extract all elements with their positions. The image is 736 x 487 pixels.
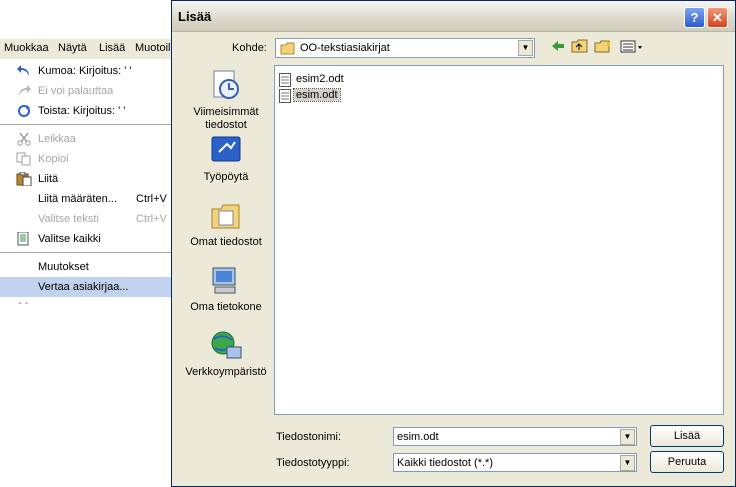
desktop-icon (209, 134, 243, 168)
menu-item-label: Vertaa asiakirjaa... (38, 281, 129, 293)
menu-muokkaa[interactable]: Muokkaa (4, 42, 49, 54)
insert-button[interactable]: Lisää (650, 425, 724, 447)
select-all-icon (16, 231, 32, 246)
place-recent[interactable]: Viimeisimmät tiedostot (180, 69, 272, 132)
chevron-down-icon[interactable]: ▼ (518, 40, 533, 56)
menu-item-label: Kopioi (38, 153, 69, 165)
menu-item-label: Liitä (38, 173, 59, 185)
menu-item-compare[interactable]: Vertaa asiakirjaa... (0, 277, 172, 297)
filename-combo[interactable]: esim.odt ▼ (393, 427, 637, 446)
menu-item-shortcut: Ctrl+V (136, 193, 167, 205)
menu-item-redo[interactable]: Ei voi palauttaa (0, 81, 172, 101)
views-menu-icon (620, 40, 642, 53)
place-label: Omat tiedostot (190, 236, 262, 248)
paste-icon (16, 171, 32, 187)
document-icon (279, 73, 291, 87)
menu-item-label: Liitä määräten... (38, 193, 117, 205)
document-icon (279, 89, 291, 103)
new-folder-icon (594, 39, 611, 53)
place-network[interactable]: Verkkoympäristö (180, 329, 272, 379)
place-label: Verkkoympäristö (185, 366, 267, 378)
menu-item-label: Leikkaa (38, 133, 76, 145)
recent-documents-icon (209, 69, 243, 103)
menu-nayta-label: Näytä (58, 42, 87, 54)
menu-item-changes[interactable]: Muutokset (0, 257, 172, 277)
menu-muotoile-label: Muotoile (135, 42, 171, 54)
close-button[interactable]: ✕ (707, 7, 728, 28)
chevron-down-icon[interactable]: ▼ (620, 429, 635, 445)
menu-item-copy[interactable]: Kopioi (0, 149, 172, 169)
menu-item-label: Kumoa: Kirjoitus: ' ' (38, 65, 132, 77)
back-button[interactable] (548, 39, 568, 57)
help-button[interactable]: ? (684, 7, 705, 28)
menu-item-repeat[interactable]: Toista: Kirjoitus: ' ' (0, 101, 172, 121)
menu-item-select-all[interactable]: Valitse kaikki (0, 229, 172, 249)
menu-lisaa-label: Lisää (99, 42, 126, 54)
cut-icon (16, 132, 32, 146)
places-bar: Viimeisimmät tiedostot Työpöytä Omat tie… (180, 65, 272, 415)
place-label: Työpöytä (203, 171, 249, 183)
repeat-icon (16, 104, 32, 118)
copy-icon (16, 152, 32, 166)
menu-item-label: Ei voi palauttaa (38, 85, 114, 97)
look-in-label: Kohde: (232, 42, 267, 54)
menu-muotoile[interactable]: Muotoile (135, 42, 171, 54)
my-computer-icon (209, 264, 243, 298)
filename-label: Tiedostonimi: (276, 431, 342, 443)
menu-item-select-text[interactable]: Valitse teksti Ctrl+V (0, 209, 172, 229)
place-label: Oma tietokone (190, 301, 262, 313)
new-folder-button[interactable] (593, 39, 613, 57)
edit-menu: Kumoa: Kirjoitus: ' ' Ei voi palauttaa T… (0, 59, 172, 309)
place-my-computer[interactable]: Oma tietokone (180, 264, 272, 314)
title-bar: Lisää ? ✕ (172, 1, 735, 32)
menu-item-shortcut: Ctrl+V (136, 213, 167, 225)
insert-dialog: Lisää ? ✕ Kohde: OO-tekstiasiakirjat ▼ V… (171, 0, 736, 487)
up-folder-icon (571, 39, 588, 53)
file-name: esim2.odt (296, 73, 344, 85)
undo-icon (16, 64, 32, 78)
redo-icon (16, 84, 32, 98)
filetype-label: Tiedostotyyppi: (276, 457, 350, 469)
back-arrow-icon (552, 41, 564, 51)
network-places-icon (209, 329, 243, 363)
menu-separator (0, 124, 172, 125)
menu-separator (0, 252, 172, 253)
menu-bar: Muokkaa Näytä Lisää Muotoile (0, 39, 172, 59)
menu-item-label: Muutokset (38, 261, 89, 273)
more-items-indicator: - - (18, 297, 29, 309)
menu-lisaa[interactable]: Lisää (99, 42, 125, 54)
place-my-documents[interactable]: Omat tiedostot (180, 199, 272, 249)
menu-item-cut[interactable]: Leikkaa (0, 129, 172, 149)
menu-item-paste[interactable]: Liitä (0, 169, 172, 189)
views-button[interactable] (619, 39, 645, 57)
up-folder-button[interactable] (570, 39, 590, 57)
menu-item-paste-special[interactable]: Liitä määräten... Ctrl+V (0, 189, 172, 209)
menu-item-label: Valitse teksti (38, 213, 99, 225)
my-documents-icon (209, 199, 243, 233)
chevron-down-icon[interactable]: ▼ (620, 455, 635, 471)
file-list[interactable]: esim2.odt esim.odt (274, 65, 724, 415)
folder-icon (280, 42, 296, 58)
dialog-title: Lisää (178, 9, 212, 24)
menu-item-undo[interactable]: Kumoa: Kirjoitus: ' ' (0, 61, 172, 81)
menu-muokkaa-label: Muokkaa (4, 42, 49, 54)
cancel-button[interactable]: Peruuta (650, 451, 724, 473)
filetype-select[interactable]: Kaikki tiedostot (*.*) ▼ (393, 453, 637, 472)
place-label: Viimeisimmät tiedostot (193, 106, 259, 131)
place-desktop[interactable]: Työpöytä (180, 134, 272, 184)
filename-value: esim.odt (397, 431, 439, 443)
menu-item-label: Valitse kaikki (38, 233, 101, 245)
menu-item-label: Toista: Kirjoitus: ' ' (38, 105, 126, 117)
menu-nayta[interactable]: Näytä (58, 42, 87, 54)
look-in-combo[interactable]: OO-tekstiasiakirjat ▼ (275, 38, 535, 58)
filetype-value: Kaikki tiedostot (*.*) (397, 457, 493, 469)
file-name: esim.odt (293, 88, 341, 102)
look-in-value: OO-tekstiasiakirjat (300, 42, 390, 54)
